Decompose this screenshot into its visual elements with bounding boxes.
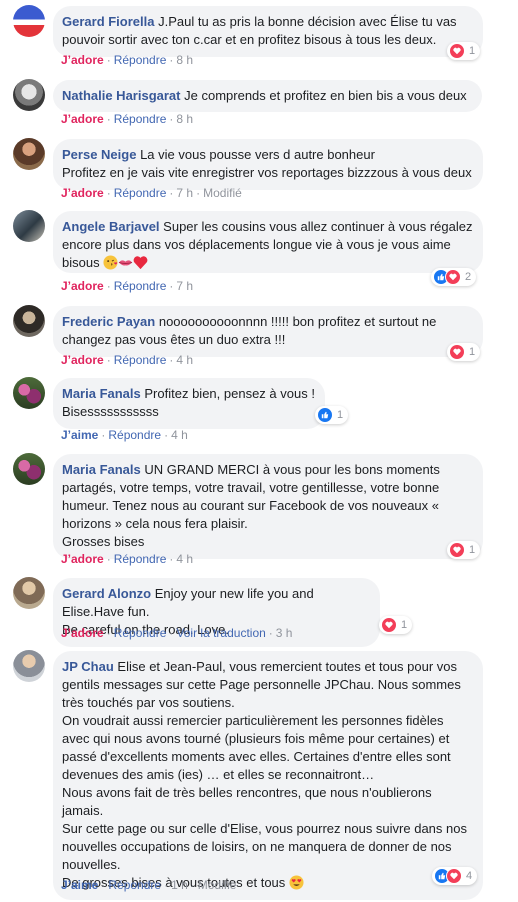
comment-actions: J’aime · Répondre · 4 h xyxy=(61,428,188,442)
reply-link[interactable]: Répondre xyxy=(114,353,167,367)
thumbs-up-icon xyxy=(317,407,333,423)
comment-bubble: Perse Neige La vie vous pousse vers d au… xyxy=(53,139,483,190)
avatar[interactable] xyxy=(13,577,45,609)
avatar[interactable] xyxy=(13,377,45,409)
reply-link[interactable]: Répondre xyxy=(114,186,167,200)
comment-actions: J’adore · Répondre · 8 h xyxy=(61,53,194,67)
author-name[interactable]: JP Chau xyxy=(62,659,114,674)
reply-link[interactable]: Répondre xyxy=(114,552,167,566)
timestamp[interactable]: 8 h xyxy=(176,53,193,67)
author-name[interactable]: Angele Barjavel xyxy=(62,219,160,234)
reaction-count[interactable]: 1 xyxy=(379,616,413,634)
comment-actions: J’adore · Répondre · 4 h xyxy=(61,353,194,367)
timestamp[interactable]: 8 h xyxy=(176,112,193,126)
reply-link[interactable]: Répondre xyxy=(114,279,167,293)
reaction-count-value: 1 xyxy=(469,346,476,358)
reply-link[interactable]: Répondre xyxy=(114,53,167,67)
timestamp[interactable]: 7 h xyxy=(176,186,193,200)
comment-bubble: Maria Fanals Profitez bien, pensez à vou… xyxy=(53,378,325,429)
see-translation-link[interactable]: Voir la traduction xyxy=(176,626,265,640)
reaction-count[interactable]: 1 xyxy=(447,42,481,60)
avatar[interactable] xyxy=(13,79,45,111)
kiss-mark-emoji-icon xyxy=(118,255,133,270)
comment-text: Je comprends et profitez en bien bis a v… xyxy=(184,88,467,103)
reply-link[interactable]: Répondre xyxy=(108,428,161,442)
avatar[interactable] xyxy=(13,650,45,682)
heart-icon xyxy=(449,43,465,59)
reply-link[interactable]: Répondre xyxy=(108,878,161,892)
love-reaction-link[interactable]: J’adore xyxy=(61,552,104,566)
reaction-count-value: 4 xyxy=(466,870,473,882)
timestamp[interactable]: 4 h xyxy=(176,353,193,367)
comment-actions: J’aime · Répondre · 1 h · Modifié xyxy=(61,878,237,892)
love-reaction-link[interactable]: J’adore xyxy=(61,353,104,367)
timestamp[interactable]: 7 h xyxy=(176,279,193,293)
author-name[interactable]: Frederic Payan xyxy=(62,314,155,329)
heart-icon xyxy=(445,269,461,285)
timestamp[interactable]: 3 h xyxy=(276,626,293,640)
reaction-count-value: 1 xyxy=(469,45,476,57)
comment-text: Elise et Jean-Paul, vous remercient tout… xyxy=(62,659,467,890)
reaction-count[interactable]: 1 xyxy=(447,541,481,559)
reaction-count[interactable]: 4 xyxy=(432,867,478,885)
comment-actions: J’adore · Répondre · Voir la traduction · 3 h xyxy=(61,626,293,640)
avatar[interactable] xyxy=(13,453,45,485)
avatar[interactable] xyxy=(13,210,45,242)
reply-link[interactable]: Répondre xyxy=(114,112,167,126)
reaction-count[interactable]: 2 xyxy=(431,268,477,286)
edited-label[interactable]: Modifié xyxy=(203,186,242,200)
avatar[interactable] xyxy=(13,138,45,170)
reaction-count[interactable]: 1 xyxy=(447,343,481,361)
comment-bubble: Maria Fanals UN GRAND MERCI à vous pour … xyxy=(53,454,483,559)
comment-actions: J’adore · Répondre · 8 h xyxy=(61,112,194,126)
timestamp[interactable]: 1 h xyxy=(171,878,188,892)
love-reaction-link[interactable]: J’adore xyxy=(61,186,104,200)
heart-icon xyxy=(446,868,462,884)
reply-link[interactable]: Répondre xyxy=(114,626,167,640)
edited-label[interactable]: Modifié xyxy=(198,878,237,892)
comment-bubble: Angele Barjavel Super les cousins vous a… xyxy=(53,211,483,273)
author-name[interactable]: Gerard Fiorella xyxy=(62,14,154,29)
love-reaction-link[interactable]: J’adore xyxy=(61,626,104,640)
like-reaction-link[interactable]: J’aime xyxy=(61,878,98,892)
like-reaction-link[interactable]: J’aime xyxy=(61,428,98,442)
reaction-count-value: 2 xyxy=(465,271,472,283)
comment-actions: J’adore · Répondre · 4 h xyxy=(61,552,194,566)
heart-icon xyxy=(449,542,465,558)
comment-bubble: JP Chau Elise et Jean-Paul, vous remerci… xyxy=(53,651,483,900)
red-heart-emoji-icon xyxy=(133,255,148,270)
comment-bubble: Frederic Payan noooooooooonnnn !!!!! bon… xyxy=(53,306,483,357)
kissing-face-emoji-icon xyxy=(103,255,118,270)
comment-actions: J’adore · Répondre · 7 h · Modifié xyxy=(61,186,242,200)
reaction-count-value: 1 xyxy=(469,544,476,556)
author-name[interactable]: Gerard Alonzo xyxy=(62,586,151,601)
avatar[interactable] xyxy=(13,305,45,337)
timestamp[interactable]: 4 h xyxy=(171,428,188,442)
author-name[interactable]: Maria Fanals xyxy=(62,386,141,401)
heart-eyes-emoji-icon xyxy=(289,875,304,890)
author-name[interactable]: Nathalie Harisgarat xyxy=(62,88,181,103)
reaction-count[interactable]: 1 xyxy=(315,406,349,424)
love-reaction-link[interactable]: J’adore xyxy=(61,112,104,126)
reaction-count-value: 1 xyxy=(337,409,344,421)
avatar[interactable] xyxy=(13,5,45,37)
reaction-count-value: 1 xyxy=(401,619,408,631)
comment-actions: J’adore · Répondre · 7 h xyxy=(61,279,194,293)
love-reaction-link[interactable]: J’adore xyxy=(61,279,104,293)
love-reaction-link[interactable]: J’adore xyxy=(61,53,104,67)
comment-bubble: Nathalie Harisgarat Je comprends et prof… xyxy=(53,80,482,112)
comment-bubble: Gerard Fiorella J.Paul tu as pris la bon… xyxy=(53,6,483,57)
heart-icon xyxy=(449,344,465,360)
timestamp[interactable]: 4 h xyxy=(176,552,193,566)
heart-icon xyxy=(381,617,397,633)
author-name[interactable]: Maria Fanals xyxy=(62,462,141,477)
comments-list: Gerard Fiorella J.Paul tu as pris la bon… xyxy=(0,0,518,902)
author-name[interactable]: Perse Neige xyxy=(62,147,136,162)
